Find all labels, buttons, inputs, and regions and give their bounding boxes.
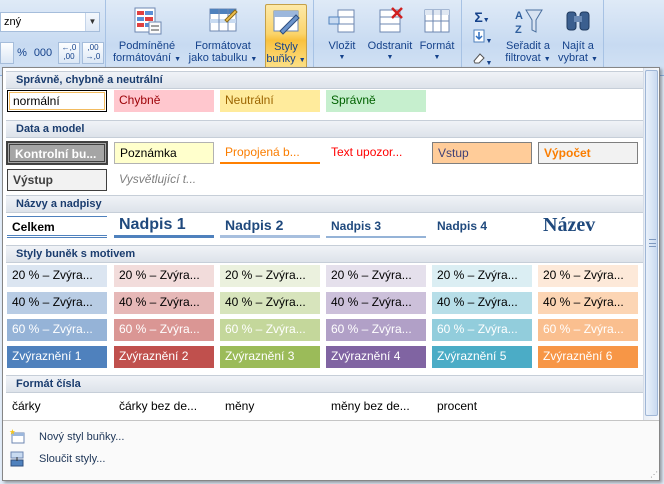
merge-styles-icon bbox=[10, 451, 24, 467]
cell-style-normal[interactable]: normální bbox=[7, 90, 107, 112]
new-cell-style-item[interactable]: Nový styl buňky... bbox=[9, 427, 209, 449]
cell-style-a20-5[interactable]: 20 % – Zvýra... bbox=[432, 265, 532, 287]
cell-style-a40-3[interactable]: 40 % – Zvýra... bbox=[220, 292, 320, 314]
cell-style-output[interactable]: Výstup bbox=[7, 169, 107, 191]
cell-style-a40-6[interactable]: 40 % – Zvýra... bbox=[538, 292, 638, 314]
ribbon: zný ▼ % 000 ←,0 ,00 ,00 →,0 Podmíněné fo… bbox=[0, 0, 664, 76]
cell-style-acc-3[interactable]: Zvýraznění 3 bbox=[220, 346, 320, 368]
gallery-footer: Nový styl buňky... Sloučit styly... ⋰ bbox=[3, 421, 659, 480]
new-style-icon bbox=[9, 429, 25, 444]
cell-style-acc-5[interactable]: Zvýraznění 5 bbox=[432, 346, 532, 368]
cell-style-warning[interactable]: Text upozor... bbox=[326, 142, 426, 164]
cell-style-a40-1[interactable]: 40 % – Zvýra... bbox=[7, 292, 107, 314]
cells-group bbox=[316, 0, 462, 72]
scrollbar-thumb[interactable] bbox=[645, 70, 658, 416]
cell-style-h2[interactable]: Nadpis 2 bbox=[220, 216, 320, 238]
cell-style-a20-2[interactable]: 20 % – Zvýra... bbox=[114, 265, 214, 287]
cell-style-linked[interactable]: Propojená b... bbox=[220, 142, 320, 164]
cell-style-a60-5[interactable]: 60 % – Zvýra... bbox=[432, 319, 532, 341]
cell-style-title[interactable]: Název bbox=[538, 216, 638, 238]
cell-style-acc-1[interactable]: Zvýraznění 1 bbox=[7, 346, 107, 368]
cell-style-a20-3[interactable]: 20 % – Zvýra... bbox=[220, 265, 320, 287]
cell-style-acc-4[interactable]: Zvýraznění 4 bbox=[326, 346, 426, 368]
cell-style-a60-4[interactable]: 60 % – Zvýra... bbox=[326, 319, 426, 341]
merge-styles-label: Sloučit styly... bbox=[39, 453, 106, 465]
cell-style-plain[interactable]: měny bbox=[220, 396, 320, 418]
cell-style-h3[interactable]: Nadpis 3 bbox=[326, 216, 426, 238]
cell-style-check[interactable]: Kontrolní bu... bbox=[6, 141, 108, 165]
cell-style-a20-6[interactable]: 20 % – Zvýra... bbox=[538, 265, 638, 287]
cell-style-good[interactable]: Správně bbox=[326, 90, 426, 112]
cell-style-plain[interactable]: čárky bez de... bbox=[114, 396, 214, 418]
cell-style-a40-2[interactable]: 40 % – Zvýra... bbox=[114, 292, 214, 314]
cell-style-note[interactable]: Poznámka bbox=[114, 142, 214, 164]
cell-style-explain[interactable]: Vysvětlující t... bbox=[114, 169, 214, 191]
cell-style-bad[interactable]: Chybně bbox=[114, 90, 214, 112]
cell-style-a60-2[interactable]: 60 % – Zvýra... bbox=[114, 319, 214, 341]
cell-styles-gallery: Správně, chybně a neutrální normální Chybn… bbox=[2, 67, 660, 481]
cell-style-a60-6[interactable]: 60 % – Zvýra... bbox=[538, 319, 638, 341]
merge-styles-item[interactable]: Sloučit styly... bbox=[9, 449, 209, 471]
cell-style-plain[interactable]: čárky bbox=[7, 396, 107, 418]
scroll-grip-icon bbox=[649, 239, 656, 247]
cell-style-a40-4[interactable]: 40 % – Zvýra... bbox=[326, 292, 426, 314]
cell-style-a60-1[interactable]: 60 % – Zvýra... bbox=[7, 319, 107, 341]
cell-style-h4[interactable]: Nadpis 4 bbox=[432, 216, 532, 238]
resize-grip-icon[interactable]: ⋰ bbox=[650, 470, 658, 479]
new-cell-style-label: Nový styl buňky... bbox=[39, 431, 125, 443]
cell-style-total[interactable]: Celkem bbox=[7, 216, 107, 238]
gallery-scrollbar[interactable] bbox=[643, 68, 659, 420]
cell-style-a20-4[interactable]: 20 % – Zvýra... bbox=[326, 265, 426, 287]
cell-style-plain[interactable]: procent bbox=[432, 396, 532, 418]
styles-group bbox=[108, 0, 314, 72]
cell-style-h1[interactable]: Nadpis 1 bbox=[114, 216, 214, 238]
cell-style-acc-2[interactable]: Zvýraznění 2 bbox=[114, 346, 214, 368]
section-header: Formát čísla bbox=[6, 375, 643, 393]
editing-group bbox=[464, 0, 604, 72]
cell-style-input[interactable]: Vstup bbox=[432, 142, 532, 164]
cell-style-a40-5[interactable]: 40 % – Zvýra... bbox=[432, 292, 532, 314]
cell-style-a60-3[interactable]: 60 % – Zvýra... bbox=[220, 319, 320, 341]
section-header: Názvy a nadpisy bbox=[6, 195, 643, 213]
section-header: Styly buněk s motivem bbox=[6, 245, 643, 263]
cell-style-a20-1[interactable]: 20 % – Zvýra... bbox=[7, 265, 107, 287]
cell-style-acc-6[interactable]: Zvýraznění 6 bbox=[538, 346, 638, 368]
section-header: Data a model bbox=[6, 120, 643, 138]
section-header: Správně, chybně a neutrální bbox=[6, 71, 643, 89]
cell-style-calc[interactable]: Výpočet bbox=[538, 142, 638, 164]
number-group bbox=[0, 0, 106, 72]
cell-style-neutral[interactable]: Neutrální bbox=[220, 90, 320, 112]
cell-style-plain[interactable]: měny bez de... bbox=[326, 396, 426, 418]
